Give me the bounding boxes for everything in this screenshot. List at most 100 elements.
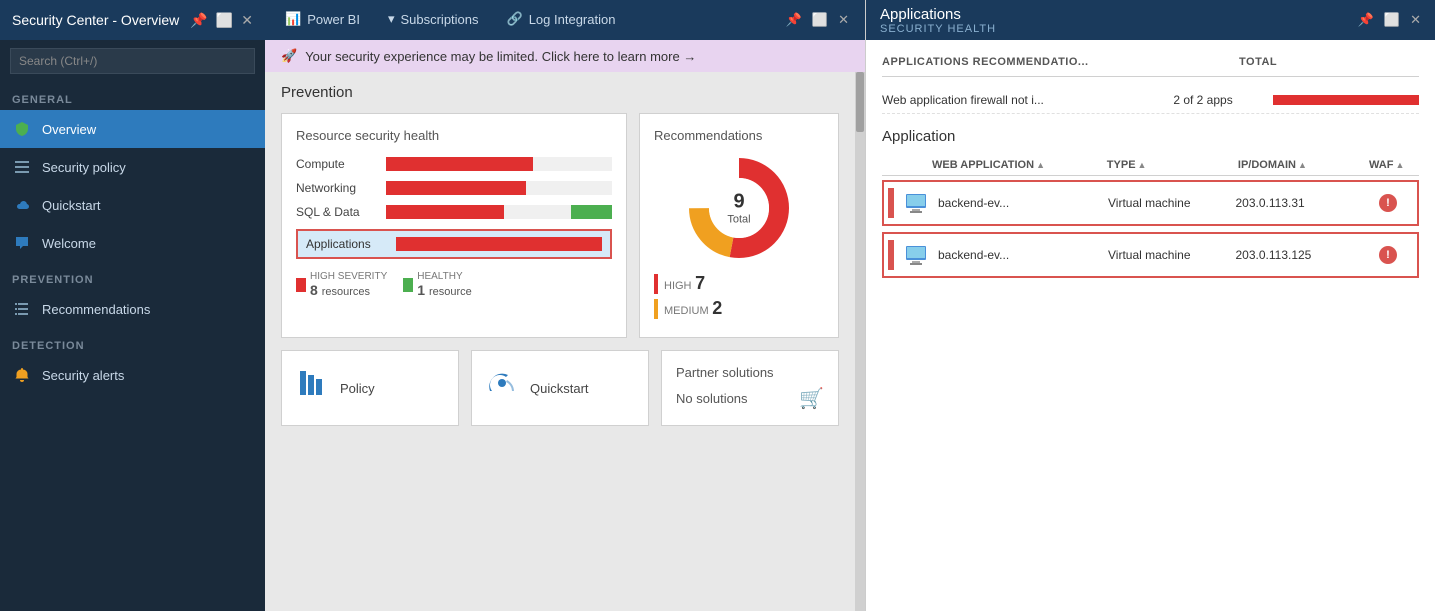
sidebar-item-security-alerts-label: Security alerts [42, 368, 124, 383]
cards-row: Resource security health Compute Network… [281, 113, 839, 338]
sql-row: SQL & Data [296, 205, 612, 219]
power-bi-button[interactable]: 📊 Power BI [281, 0, 364, 40]
sidebar-item-recommendations-label: Recommendations [42, 302, 150, 317]
app-rec-row-total: 2 of 2 apps [1173, 93, 1273, 107]
waf-col-label: WAF [1369, 159, 1393, 171]
high-rec-stat: HIGH 7 [654, 273, 824, 294]
type-col-header: TYPE ▲ [1107, 159, 1238, 171]
store-icon: 🛒 [799, 386, 824, 411]
left-header-window-controls: 📌 ⬜ ✕ [190, 12, 253, 29]
high-severity-label: HIGH SEVERITY [310, 271, 387, 282]
search-box [0, 40, 265, 82]
middle-pin-icon[interactable]: 📌 [786, 12, 802, 28]
quickstart-label: Quickstart [530, 381, 589, 396]
networking-bar [386, 181, 612, 195]
networking-bar-red [386, 181, 526, 195]
middle-panel: 📊 Power BI ▾ Subscriptions 🔗 Log Integra… [265, 0, 865, 611]
app-rec-bar [1273, 95, 1419, 105]
sidebar-item-quickstart[interactable]: Quickstart [0, 186, 265, 224]
row-indicator-2 [888, 240, 894, 270]
compute-bar [386, 157, 612, 171]
app-table-row-1[interactable]: backend-ev... Virtual machine 203.0.113.… [882, 180, 1419, 226]
right-content: APPLICATIONS RECOMMENDATIO... TOTAL Web … [866, 40, 1435, 611]
app-table-row-2[interactable]: backend-ev... Virtual machine 203.0.113.… [882, 232, 1419, 278]
recommendations-title: Recommendations [654, 128, 762, 143]
medium-rec-stat: MEDIUM 2 [654, 298, 824, 319]
recommendations-card: Recommendations 9 Total [639, 113, 839, 338]
right-panel: Applications SECURITY HEALTH 📌 ⬜ ✕ APPLI… [865, 0, 1435, 611]
right-header-window-controls: 📌 ⬜ ✕ [1358, 12, 1421, 28]
sidebar-item-overview-label: Overview [42, 122, 96, 137]
sidebar-item-welcome-label: Welcome [42, 236, 96, 251]
type-col-label: TYPE [1107, 159, 1136, 171]
waf-alert-icon-1: ! [1379, 194, 1397, 212]
ip-sort-arrow[interactable]: ▲ [1298, 160, 1307, 170]
log-integration-button[interactable]: 🔗 Log Integration [503, 0, 620, 40]
sidebar-item-quickstart-label: Quickstart [42, 198, 101, 213]
sidebar-item-overview[interactable]: Overview [0, 110, 265, 148]
compute-label: Compute [296, 157, 386, 171]
bars-icon [12, 157, 32, 177]
app-type-1: Virtual machine [1108, 196, 1236, 210]
resource-health-card: Resource security health Compute Network… [281, 113, 627, 338]
app-name-1: backend-ev... [938, 196, 1108, 210]
app-icon-2 [902, 241, 930, 269]
chart-icon: 📊 [285, 11, 301, 27]
high-rec-bar [654, 274, 658, 294]
app-waf-1: ! [1363, 194, 1413, 212]
right-maximize-icon[interactable]: ⬜ [1384, 12, 1400, 28]
general-section-label: GENERAL [0, 82, 265, 110]
web-app-sort-arrow[interactable]: ▲ [1036, 160, 1045, 170]
applications-bar [396, 237, 602, 251]
maximize-icon[interactable]: ⬜ [216, 12, 233, 29]
policy-card[interactable]: Policy [281, 350, 459, 426]
sidebar-item-security-policy[interactable]: Security policy [0, 148, 265, 186]
applications-row-highlighted[interactable]: Applications [296, 229, 612, 259]
prevention-section: Prevention Resource security health Comp… [265, 72, 855, 611]
toolbar: 📊 Power BI ▾ Subscriptions 🔗 Log Integra… [265, 0, 865, 40]
alert-banner[interactable]: 🚀 Your security experience may be limite… [265, 40, 865, 72]
rocket-icon: 🚀 [281, 48, 297, 64]
app-rec-name-col-header: APPLICATIONS RECOMMENDATIO... [882, 56, 1239, 68]
healthy-bar [403, 278, 413, 292]
compute-row: Compute [296, 157, 612, 171]
high-severity-item: HIGH SEVERITY 8 resources [296, 271, 387, 298]
log-integration-label: Log Integration [529, 12, 616, 27]
quickstart-card[interactable]: Quickstart [471, 350, 649, 426]
sidebar-item-security-policy-label: Security policy [42, 160, 126, 175]
right-pin-icon[interactable]: 📌 [1358, 12, 1374, 28]
app-type-2: Virtual machine [1108, 248, 1236, 262]
ip-col-header: IP/DOMAIN ▲ [1238, 159, 1369, 171]
close-icon[interactable]: ✕ [241, 12, 253, 29]
web-app-col-header: WEB APPLICATION ▲ [932, 159, 1107, 171]
prevention-title: Prevention [281, 84, 839, 101]
donut-total-number: 9 [727, 191, 750, 214]
right-panel-header: Applications SECURITY HEALTH 📌 ⬜ ✕ [866, 0, 1435, 40]
resource-health-title: Resource security health [296, 128, 612, 143]
type-sort-arrow[interactable]: ▲ [1138, 160, 1147, 170]
waf-sort-arrow[interactable]: ▲ [1395, 160, 1404, 170]
pin-icon[interactable]: 📌 [190, 12, 207, 29]
subscriptions-button[interactable]: ▾ Subscriptions [384, 0, 483, 40]
shield-icon [12, 119, 32, 139]
medium-rec-count: 2 [712, 298, 722, 318]
subscriptions-label: Subscriptions [400, 12, 478, 27]
sidebar-item-security-alerts[interactable]: Security alerts [0, 356, 265, 394]
right-close-icon[interactable]: ✕ [1410, 12, 1421, 28]
middle-scrollbar[interactable] [855, 72, 865, 611]
app-rec-row[interactable]: Web application firewall not i... 2 of 2… [882, 87, 1419, 114]
search-input[interactable] [10, 48, 255, 74]
middle-maximize-icon[interactable]: ⬜ [812, 12, 828, 28]
donut-center-text: 9 Total [727, 191, 750, 226]
link-icon: 🔗 [507, 11, 523, 27]
networking-row: Networking [296, 181, 612, 195]
sidebar-item-welcome[interactable]: Welcome [0, 224, 265, 262]
middle-close-icon[interactable]: ✕ [838, 12, 849, 28]
power-bi-label: Power BI [307, 12, 360, 27]
app-rec-total-col-header: TOTAL [1239, 56, 1419, 68]
healthy-count: 1 resource [417, 282, 471, 298]
right-panel-subtitle: SECURITY HEALTH [880, 23, 996, 35]
application-section-title: Application [882, 128, 1419, 145]
sidebar-item-recommendations[interactable]: Recommendations [0, 290, 265, 328]
donut-total-label: Total [727, 214, 750, 226]
